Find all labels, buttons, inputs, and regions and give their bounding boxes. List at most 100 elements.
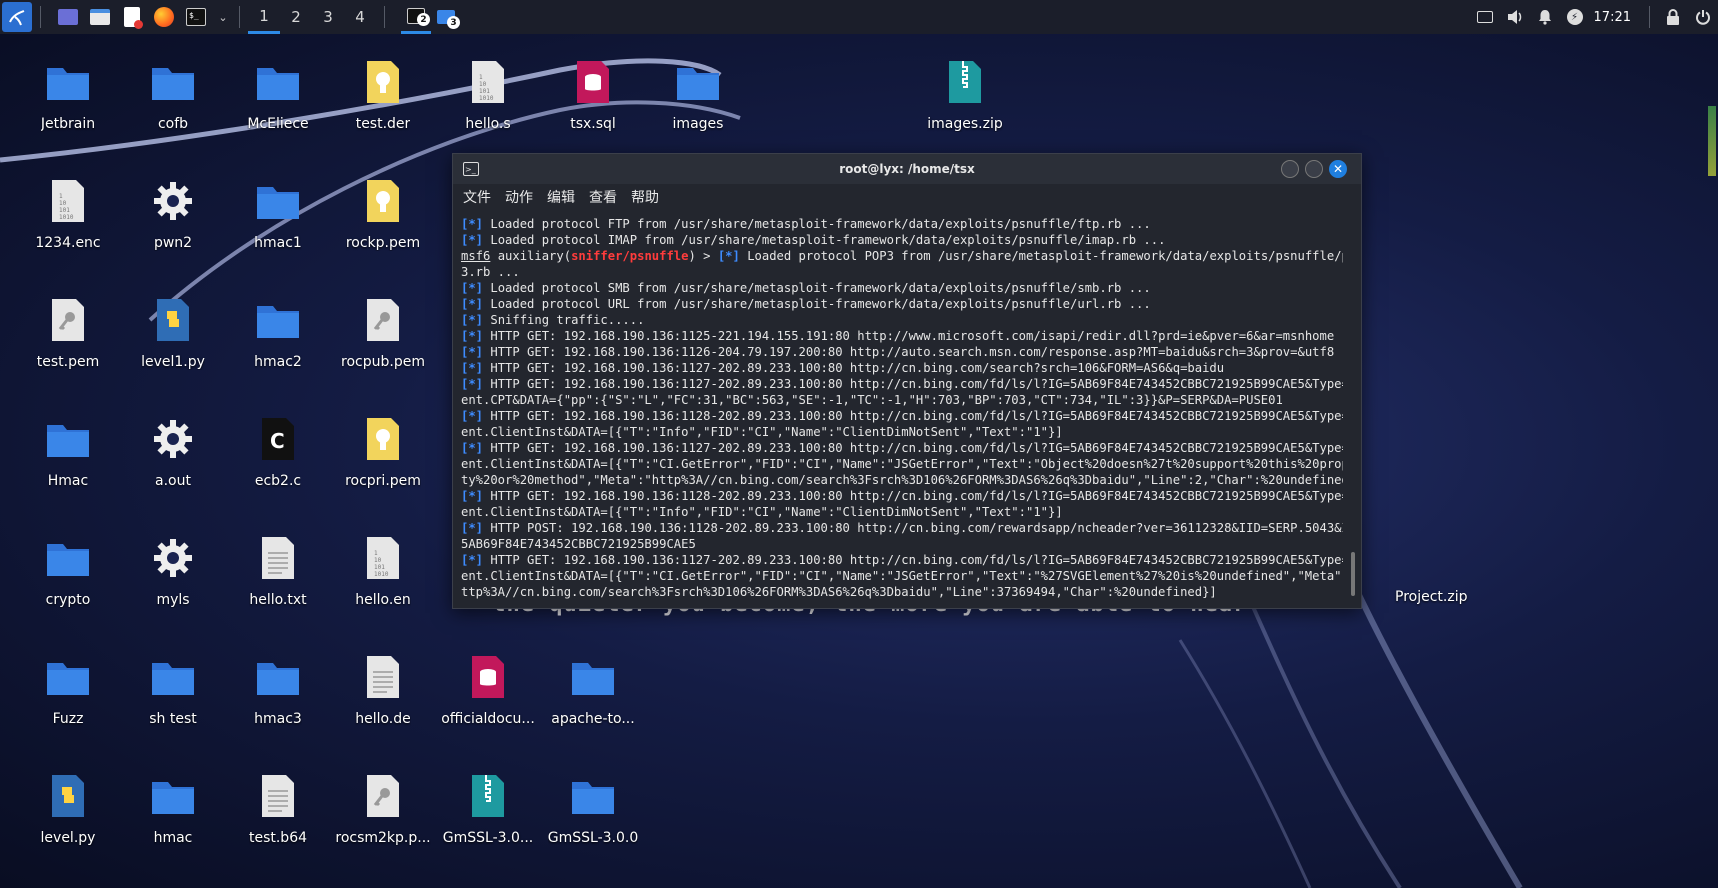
desktop-icon-folder[interactable]: cofb bbox=[125, 48, 221, 148]
desktop-icon-cert[interactable]: rocpri.pem bbox=[335, 405, 431, 505]
chevron-down-icon[interactable]: ⌄ bbox=[215, 4, 231, 30]
clock[interactable]: 17:21 bbox=[1594, 10, 1631, 25]
key-icon bbox=[359, 296, 407, 344]
workspace-1[interactable]: 1 bbox=[248, 0, 280, 34]
desktop-icon-label: Jetbrain bbox=[40, 116, 96, 132]
folder-icon bbox=[149, 772, 197, 820]
folder-icon bbox=[569, 772, 617, 820]
menu-file[interactable]: 文件 bbox=[463, 187, 491, 207]
desktop-icon-text[interactable]: hello.de bbox=[335, 643, 431, 743]
database-icon bbox=[569, 58, 617, 106]
terminal-scrollbar[interactable] bbox=[1351, 552, 1355, 596]
close-button[interactable]: ✕ bbox=[1329, 160, 1347, 178]
logout-icon[interactable] bbox=[1688, 0, 1718, 34]
desktop-icon-label: apache-to... bbox=[551, 711, 635, 727]
terminal-line: ent.ClientInst&DATA=[{"T":"CI.GetError",… bbox=[461, 569, 1343, 583]
panel-separator bbox=[1649, 6, 1650, 28]
desktop-icon-binary[interactable]: 1 10 101 1010 hello.en bbox=[335, 524, 431, 624]
desktop-icon-label: hmac bbox=[153, 830, 193, 846]
notifications-bell-icon[interactable] bbox=[1530, 0, 1560, 34]
power-manager-icon[interactable]: ⚡ bbox=[1560, 0, 1590, 34]
desktop-icon-text[interactable]: hello.txt bbox=[230, 524, 326, 624]
terminal-output[interactable]: [*] Loaded protocol FTP from /usr/share/… bbox=[461, 216, 1343, 604]
desktop-icon-folder[interactable]: images bbox=[650, 48, 746, 148]
desktop-icon-folder[interactable]: sh test bbox=[125, 643, 221, 743]
desktop-icon-key[interactable]: test.pem bbox=[20, 286, 116, 386]
text-icon bbox=[254, 772, 302, 820]
taskbar-terminal-button[interactable]: 2 bbox=[401, 0, 431, 34]
desktop-icon-label-partial[interactable]: Project.zip bbox=[1395, 589, 1467, 605]
file-manager-icon[interactable] bbox=[87, 4, 113, 30]
desktop-icon-executable[interactable]: myls bbox=[125, 524, 221, 624]
desktop-icon-executable[interactable]: pwn2 bbox=[125, 167, 221, 267]
desktop-icon-folder[interactable]: crypto bbox=[20, 524, 116, 624]
desktop-icon-key[interactable]: rocsm2kp.p... bbox=[335, 762, 431, 862]
desktop-icon-text[interactable]: test.b64 bbox=[230, 762, 326, 862]
desktop-icon-c[interactable]: Cecb2.c bbox=[230, 405, 326, 505]
desktop-icon-folder[interactable]: Jetbrain bbox=[20, 48, 116, 148]
desktop-icon-label: Hmac bbox=[47, 473, 89, 489]
workspace-4[interactable]: 4 bbox=[344, 0, 376, 34]
show-desktop-icon[interactable] bbox=[55, 4, 81, 30]
menu-help[interactable]: 帮助 bbox=[631, 187, 659, 207]
desktop-icon-executable[interactable]: a.out bbox=[125, 405, 221, 505]
menu-view[interactable]: 查看 bbox=[589, 187, 617, 207]
minimize-button[interactable] bbox=[1281, 160, 1299, 178]
svg-text:101: 101 bbox=[374, 564, 385, 571]
desktop-icon-label: hello.en bbox=[355, 592, 411, 608]
desktop-icon-label: test.b64 bbox=[248, 830, 308, 846]
workspace-3[interactable]: 3 bbox=[312, 0, 344, 34]
desktop-icon-folder[interactable]: GmSSL-3.0.0 bbox=[545, 762, 641, 862]
lock-icon[interactable] bbox=[1658, 0, 1688, 34]
volume-icon[interactable] bbox=[1500, 0, 1530, 34]
desktop-icon-archive[interactable]: GmSSL-3.0... bbox=[440, 762, 536, 862]
desktop-icon-folder[interactable]: hmac bbox=[125, 762, 221, 862]
desktop-icon-key[interactable]: rocpub.pem bbox=[335, 286, 431, 386]
desktop-icon-folder[interactable]: Fuzz bbox=[20, 643, 116, 743]
desktop-icon-folder[interactable]: Hmac bbox=[20, 405, 116, 505]
desktop-icon-label: level.py bbox=[40, 830, 96, 846]
svg-text:1010: 1010 bbox=[479, 95, 494, 102]
terminal-line: [*] HTTP GET: 192.168.190.136:1127-202.8… bbox=[461, 441, 1343, 455]
desktop-icon-folder[interactable]: McEliece bbox=[230, 48, 326, 148]
menu-actions[interactable]: 动作 bbox=[505, 187, 533, 207]
desktop-icon-label: hmac3 bbox=[254, 711, 302, 727]
workspace-2[interactable]: 2 bbox=[280, 0, 312, 34]
desktop-icon-label: cofb bbox=[157, 116, 189, 132]
desktop-icon-label: McEliece bbox=[247, 116, 309, 132]
desktop-icon-folder[interactable]: apache-to... bbox=[545, 643, 641, 743]
desktop-icon-python[interactable]: level1.py bbox=[125, 286, 221, 386]
desktop-icon-folder[interactable]: hmac1 bbox=[230, 167, 326, 267]
terminal-line: ent.CPT&DATA={"pp":{"S":"L","FC":31,"BC"… bbox=[461, 393, 1283, 407]
firefox-icon[interactable] bbox=[151, 4, 177, 30]
desktop-icon-binary[interactable]: 1 10 101 1010 1234.enc bbox=[20, 167, 116, 267]
menu-edit[interactable]: 编辑 bbox=[547, 187, 575, 207]
desktop-icon-database[interactable]: officialdocu... bbox=[440, 643, 536, 743]
maximize-button[interactable] bbox=[1305, 160, 1323, 178]
terminal-line: [*] HTTP GET: 192.168.190.136:1126-204.7… bbox=[461, 345, 1335, 359]
desktop-icon-cert[interactable]: rockp.pem bbox=[335, 167, 431, 267]
archive-icon bbox=[464, 772, 512, 820]
desktop-icon-folder[interactable]: hmac3 bbox=[230, 643, 326, 743]
terminal-titlebar[interactable]: >_ root@lyx: /home/tsx ✕ bbox=[453, 154, 1361, 184]
terminal-line: ty%20or%20method","Meta":"http%3A//cn.bi… bbox=[461, 473, 1343, 487]
kali-menu-icon[interactable] bbox=[2, 2, 32, 32]
terminal-window[interactable]: >_ root@lyx: /home/tsx ✕ 文件 动作 编辑 查看 帮助 … bbox=[452, 153, 1362, 609]
text-editor-icon[interactable] bbox=[119, 4, 145, 30]
terminal-line: [*] HTTP POST: 192.168.190.136:1128-202.… bbox=[461, 521, 1343, 535]
desktop-icon-binary[interactable]: 1 10 101 1010 hello.s bbox=[440, 48, 536, 148]
desktop-icon-label: Fuzz bbox=[52, 711, 84, 727]
display-icon[interactable] bbox=[1470, 0, 1500, 34]
desktop-icon-folder[interactable]: hmac2 bbox=[230, 286, 326, 386]
desktop-icon-archive[interactable]: images.zip bbox=[917, 48, 1013, 148]
executable-icon bbox=[149, 177, 197, 225]
terminal-menubar: 文件 动作 编辑 查看 帮助 bbox=[453, 184, 1361, 210]
taskbar-files-button[interactable]: 3 bbox=[431, 0, 461, 34]
terminal-launcher-icon[interactable]: $_ bbox=[183, 4, 209, 30]
folder-icon bbox=[149, 58, 197, 106]
terminal-line: [*] HTTP GET: 192.168.190.136:1127-202.8… bbox=[461, 361, 1225, 375]
desktop-icon-database[interactable]: tsx.sql bbox=[545, 48, 641, 148]
desktop-icon-label: images.zip bbox=[927, 116, 1003, 132]
desktop-icon-python[interactable]: level.py bbox=[20, 762, 116, 862]
desktop-icon-cert[interactable]: test.der bbox=[335, 48, 431, 148]
